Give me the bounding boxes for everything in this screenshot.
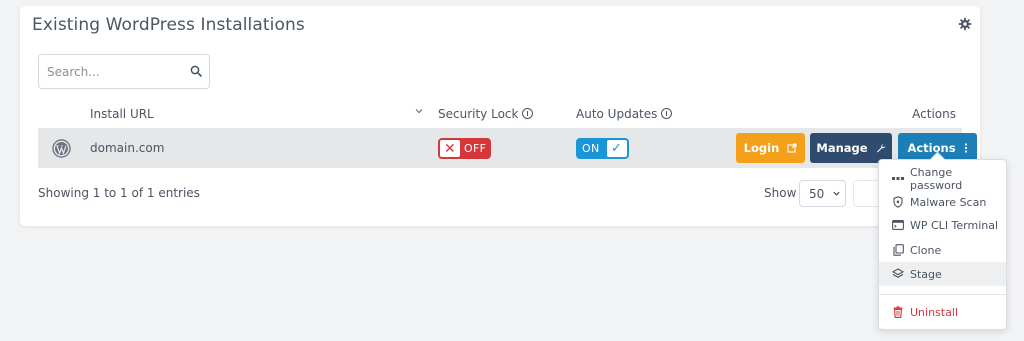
security-lock-toggle[interactable]: ✕ OFF bbox=[438, 138, 491, 159]
page-size-select[interactable]: 50 bbox=[799, 180, 846, 207]
show-label: Show bbox=[764, 186, 797, 200]
table-row: domain.com ✕ OFF ON ✓ Login Manage Actio… bbox=[38, 129, 977, 168]
chevron-down-icon[interactable] bbox=[414, 106, 424, 116]
page-size-value: 50 bbox=[809, 187, 825, 201]
auto-updates-state: ON bbox=[582, 142, 600, 155]
actions-button-label: Actions bbox=[907, 141, 956, 155]
gear-icon[interactable] bbox=[958, 17, 972, 31]
installations-card: Existing WordPress Installations Install… bbox=[20, 6, 980, 226]
dots-icon bbox=[892, 173, 904, 185]
check-icon: ✓ bbox=[606, 139, 628, 158]
menu-item-label: Stage bbox=[910, 267, 942, 281]
wordpress-logo-icon bbox=[52, 139, 71, 158]
manage-button-label: Manage bbox=[816, 141, 868, 155]
search-icon bbox=[190, 65, 202, 77]
auto-updates-toggle[interactable]: ON ✓ bbox=[576, 138, 629, 159]
column-security-lock-label: Security Lock bbox=[438, 107, 519, 121]
menu-item-clone[interactable]: Clone bbox=[879, 238, 1006, 262]
entries-info: Showing 1 to 1 of 1 entries bbox=[38, 186, 200, 200]
actions-dropdown-menu: Change password Malware Scan WP CLI Term… bbox=[878, 159, 1007, 330]
menu-item-malware-scan[interactable]: Malware Scan bbox=[879, 190, 1006, 214]
copy-icon bbox=[892, 244, 904, 256]
table-header: Install URL Security Lock Auto Updates A… bbox=[38, 98, 962, 129]
menu-item-wp-cli-terminal[interactable]: WP CLI Terminal bbox=[879, 213, 1006, 237]
trash-icon bbox=[892, 306, 904, 318]
search-input[interactable] bbox=[47, 63, 187, 81]
menu-item-stage[interactable]: Stage bbox=[879, 262, 1006, 286]
menu-item-label: WP CLI Terminal bbox=[910, 218, 999, 232]
chevron-down-icon bbox=[833, 191, 840, 196]
column-auto-updates: Auto Updates bbox=[576, 107, 673, 121]
x-icon: ✕ bbox=[439, 139, 461, 158]
shield-icon bbox=[892, 196, 904, 208]
layers-icon bbox=[892, 268, 904, 280]
terminal-icon bbox=[892, 219, 904, 231]
more-vertical-icon bbox=[964, 143, 967, 153]
external-link-icon bbox=[787, 143, 797, 153]
menu-item-label: Change password bbox=[910, 166, 963, 192]
column-auto-updates-label: Auto Updates bbox=[576, 107, 658, 121]
menu-item-label: Malware Scan bbox=[910, 195, 987, 209]
search-box[interactable] bbox=[38, 54, 210, 89]
menu-divider bbox=[879, 294, 1006, 295]
column-actions: Actions bbox=[912, 107, 956, 121]
menu-item-label: Uninstall bbox=[910, 305, 958, 319]
column-security-lock: Security Lock bbox=[438, 107, 534, 121]
menu-item-uninstall[interactable]: Uninstall bbox=[879, 300, 1006, 324]
card-title: Existing WordPress Installations bbox=[32, 15, 305, 35]
info-icon[interactable] bbox=[522, 108, 534, 119]
wrench-icon bbox=[876, 144, 885, 153]
column-install-url[interactable]: Install URL bbox=[90, 107, 154, 121]
install-domain[interactable]: domain.com bbox=[90, 141, 164, 155]
login-button-label: Login bbox=[743, 141, 780, 155]
info-icon[interactable] bbox=[661, 108, 673, 119]
menu-item-change-password[interactable]: Change password bbox=[879, 166, 1006, 192]
security-lock-state: OFF bbox=[464, 142, 487, 155]
login-button[interactable]: Login bbox=[736, 133, 805, 163]
menu-item-label: Clone bbox=[910, 243, 942, 257]
